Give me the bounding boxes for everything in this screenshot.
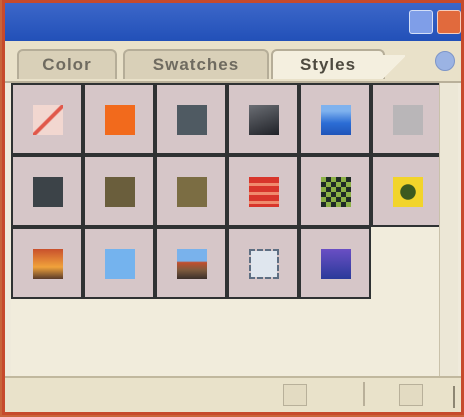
none-style-icon [33,105,63,135]
landscape-style-icon [177,249,207,279]
olive-style-icon [105,177,135,207]
style-swatch[interactable] [11,155,83,227]
style-swatch[interactable] [227,155,299,227]
red-stripes-style-icon [249,177,279,207]
style-swatch[interactable] [83,155,155,227]
yellow-frame-style-icon [393,177,423,207]
close-button[interactable] [437,10,461,34]
charcoal-style-icon [33,177,63,207]
styles-panel-window: Color Swatches Styles [2,0,464,415]
orange-square-style-icon [105,105,135,135]
delete-style-button[interactable] [399,384,423,406]
purple-glow-style-icon [321,249,351,279]
title-bar[interactable] [5,3,461,41]
light-blue-style-icon [105,249,135,279]
tab-swatches[interactable]: Swatches [123,49,269,79]
style-swatch[interactable] [155,83,227,155]
styles-grid [11,83,443,383]
panel-menu-button[interactable] [435,51,455,71]
style-swatch[interactable] [83,83,155,155]
slate-style-icon [177,105,207,135]
minimize-button[interactable] [409,10,433,34]
bottom-divider [363,382,365,406]
dark-bevel-style-icon [249,105,279,135]
faded-gray-style-icon [393,105,423,135]
new-style-button[interactable] [283,384,307,406]
style-swatch[interactable] [11,227,83,299]
style-swatch[interactable] [227,83,299,155]
khaki-style-icon [177,177,207,207]
resize-grip[interactable] [439,386,455,408]
style-swatch[interactable] [299,227,371,299]
tab-color[interactable]: Color [17,49,117,79]
style-swatch[interactable] [227,227,299,299]
tab-styles[interactable]: Styles [271,49,405,81]
style-swatch[interactable] [299,83,371,155]
outline-frame-style-icon [249,249,279,279]
style-swatch[interactable] [371,83,443,155]
tab-strip: Color Swatches Styles [5,41,461,83]
blue-wave-style-icon [321,105,351,135]
style-swatch[interactable] [155,155,227,227]
style-swatch[interactable] [155,227,227,299]
style-swatch[interactable] [371,155,443,227]
checker-pattern-style-icon [321,177,351,207]
style-swatch[interactable] [299,155,371,227]
sunset-gradient-style-icon [33,249,63,279]
panel-bottom-bar [5,376,461,412]
style-swatch[interactable] [83,227,155,299]
style-swatch[interactable] [11,83,83,155]
vertical-scrollbar[interactable] [439,83,458,383]
